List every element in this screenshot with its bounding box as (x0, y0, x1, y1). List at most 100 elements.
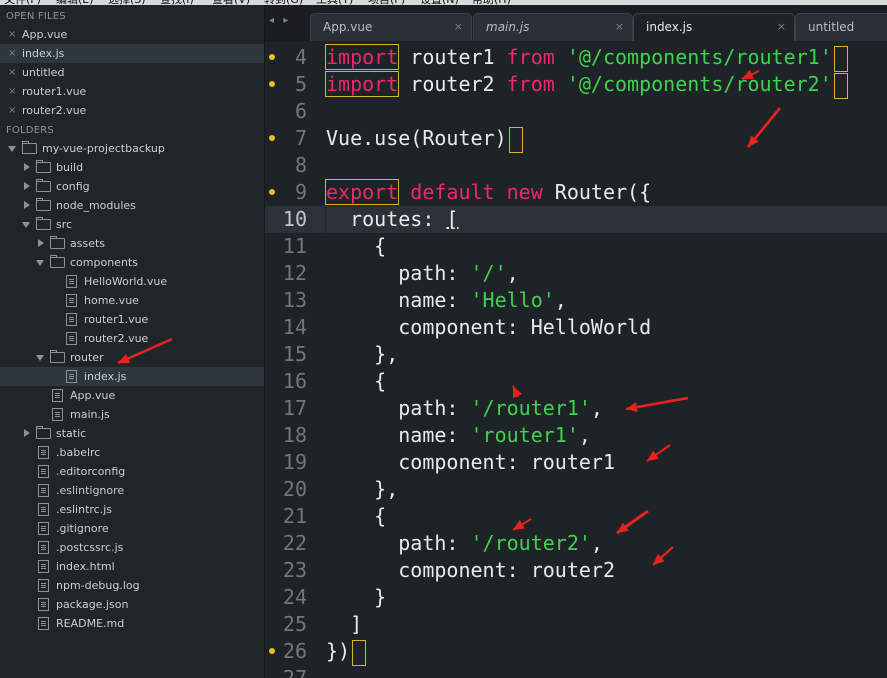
line-number-text: 17 (282, 396, 307, 420)
chevron-right-icon[interactable] (24, 201, 30, 209)
tree-file[interactable]: .postcssrc.js (0, 538, 264, 557)
chevron-right-icon[interactable] (24, 163, 30, 171)
line-number: 22 (265, 530, 325, 557)
tab-main-js[interactable]: main.js × (473, 13, 633, 41)
code-editor[interactable]: 4 5 6 7 8 9 10 11 12 13 14 15 16 17 18 19 20 21 22 23 24 25 26… (265, 41, 887, 678)
line-number-text: 24 (282, 585, 307, 609)
close-icon[interactable]: × (777, 20, 786, 33)
tab-App-vue[interactable]: App.vue × (310, 13, 472, 41)
close-icon[interactable]: × (8, 63, 16, 82)
code-token: 'Hello' (470, 288, 555, 312)
tree-file[interactable]: home.vue (0, 291, 264, 310)
line-number-text: 23 (282, 558, 307, 582)
open-file-item[interactable]: × index.js (0, 44, 264, 63)
close-icon[interactable]: × (615, 20, 624, 33)
line-number-text: 6 (294, 99, 307, 123)
folder-icon (36, 198, 51, 211)
code-token: Router({ (542, 180, 652, 204)
tab-label: App.vue (323, 20, 373, 34)
line-number: 26 (265, 638, 325, 665)
tree-folder[interactable]: config (0, 177, 264, 196)
tree-file[interactable]: package.json (0, 595, 264, 614)
line-number: 18 (265, 422, 325, 449)
tree-file[interactable]: .babelrc (0, 443, 264, 462)
line-number-text: 5 (294, 72, 307, 96)
tree-file[interactable]: npm-debug.log (0, 576, 264, 595)
tree-folder[interactable]: components (0, 253, 264, 272)
chevron-down-icon[interactable] (22, 222, 30, 228)
tree-file[interactable]: router2.vue (0, 329, 264, 348)
chevron-right-icon[interactable] (38, 239, 44, 247)
tree-file[interactable]: main.js (0, 405, 264, 424)
tree-file[interactable]: README.md (0, 614, 264, 633)
line-number: 17 (265, 395, 325, 422)
chevron-right-icon[interactable] (24, 182, 30, 190)
code-line: Vue.use(Router) (326, 125, 523, 153)
tree-folder[interactable]: my-vue-projectbackup (0, 139, 264, 158)
file-icon (66, 332, 77, 345)
tree-folder[interactable]: static (0, 424, 264, 443)
tree-item-label: static (56, 427, 87, 440)
folder-icon (22, 141, 37, 154)
tab-nav-arrows-icon[interactable]: ◂ ▸ (269, 15, 291, 26)
code-token: , (578, 423, 591, 447)
tree-folder[interactable]: assets (0, 234, 264, 253)
chevron-right-icon[interactable] (24, 429, 30, 437)
tree-file[interactable]: .editorconfig (0, 462, 264, 481)
line-number-text: 7 (294, 126, 307, 150)
code-line: ] (326, 611, 362, 638)
tree-item-label: router1.vue (84, 313, 149, 326)
tree-file[interactable]: index.js (0, 367, 264, 386)
tree-file[interactable]: .eslintrc.js (0, 500, 264, 519)
tree-file[interactable]: HelloWorld.vue (0, 272, 264, 291)
tree-file[interactable]: .gitignore (0, 519, 264, 538)
tree-folder[interactable]: node_modules (0, 196, 264, 215)
close-icon[interactable]: × (8, 44, 16, 63)
tree-item-label: src (56, 218, 73, 231)
open-file-item[interactable]: × untitled (0, 63, 264, 82)
modified-dot-icon (269, 54, 275, 60)
tree-item-label: index.html (56, 560, 115, 573)
tree-item-label: config (56, 180, 90, 193)
tree-folder[interactable]: build (0, 158, 264, 177)
line-number-text: 10 (282, 207, 307, 231)
chevron-down-icon[interactable] (36, 260, 44, 266)
code-token: '@/components/router2' (566, 72, 832, 96)
close-icon[interactable]: × (454, 20, 463, 33)
close-icon[interactable]: × (8, 25, 16, 44)
code-line: { (326, 368, 386, 395)
folder-icon (50, 350, 65, 363)
tree-file[interactable]: App.vue (0, 386, 264, 405)
folder-icon (36, 426, 51, 439)
chevron-down-icon[interactable] (8, 146, 16, 152)
folder-icon (50, 236, 65, 249)
tab-index-js[interactable]: index.js × (633, 13, 795, 41)
line-number: 6 (265, 98, 325, 125)
open-file-item[interactable]: × App.vue (0, 25, 264, 44)
close-icon[interactable]: × (8, 82, 16, 101)
tree-file[interactable]: router1.vue (0, 310, 264, 329)
code-token: import (324, 44, 400, 70)
close-icon[interactable]: × (8, 101, 16, 120)
code-token: name: (326, 288, 471, 312)
tree-file[interactable]: .eslintignore (0, 481, 264, 500)
open-files-header: OPEN FILES (6, 11, 66, 22)
open-file-item[interactable]: × router2.vue (0, 101, 264, 120)
tree-folder[interactable]: src (0, 215, 264, 234)
tab-untitled[interactable]: untitled (795, 13, 887, 41)
tree-folder[interactable]: router (0, 348, 264, 367)
code-token: from (506, 72, 555, 96)
file-icon (38, 560, 49, 573)
tree-item-label: main.js (70, 408, 110, 421)
code-token: }, (326, 342, 399, 366)
tree-item-label: .eslintignore (56, 484, 125, 497)
tree-file[interactable]: index.html (0, 557, 264, 576)
open-file-label: index.js (22, 47, 65, 60)
code-line: name: 'Hello', (326, 287, 567, 314)
open-file-item[interactable]: × router1.vue (0, 82, 264, 101)
file-icon (38, 598, 49, 611)
tree-item-label: node_modules (56, 199, 136, 212)
chevron-down-icon[interactable] (36, 355, 44, 361)
code-token: , (590, 396, 603, 420)
code-token: component: HelloWorld (326, 315, 652, 339)
